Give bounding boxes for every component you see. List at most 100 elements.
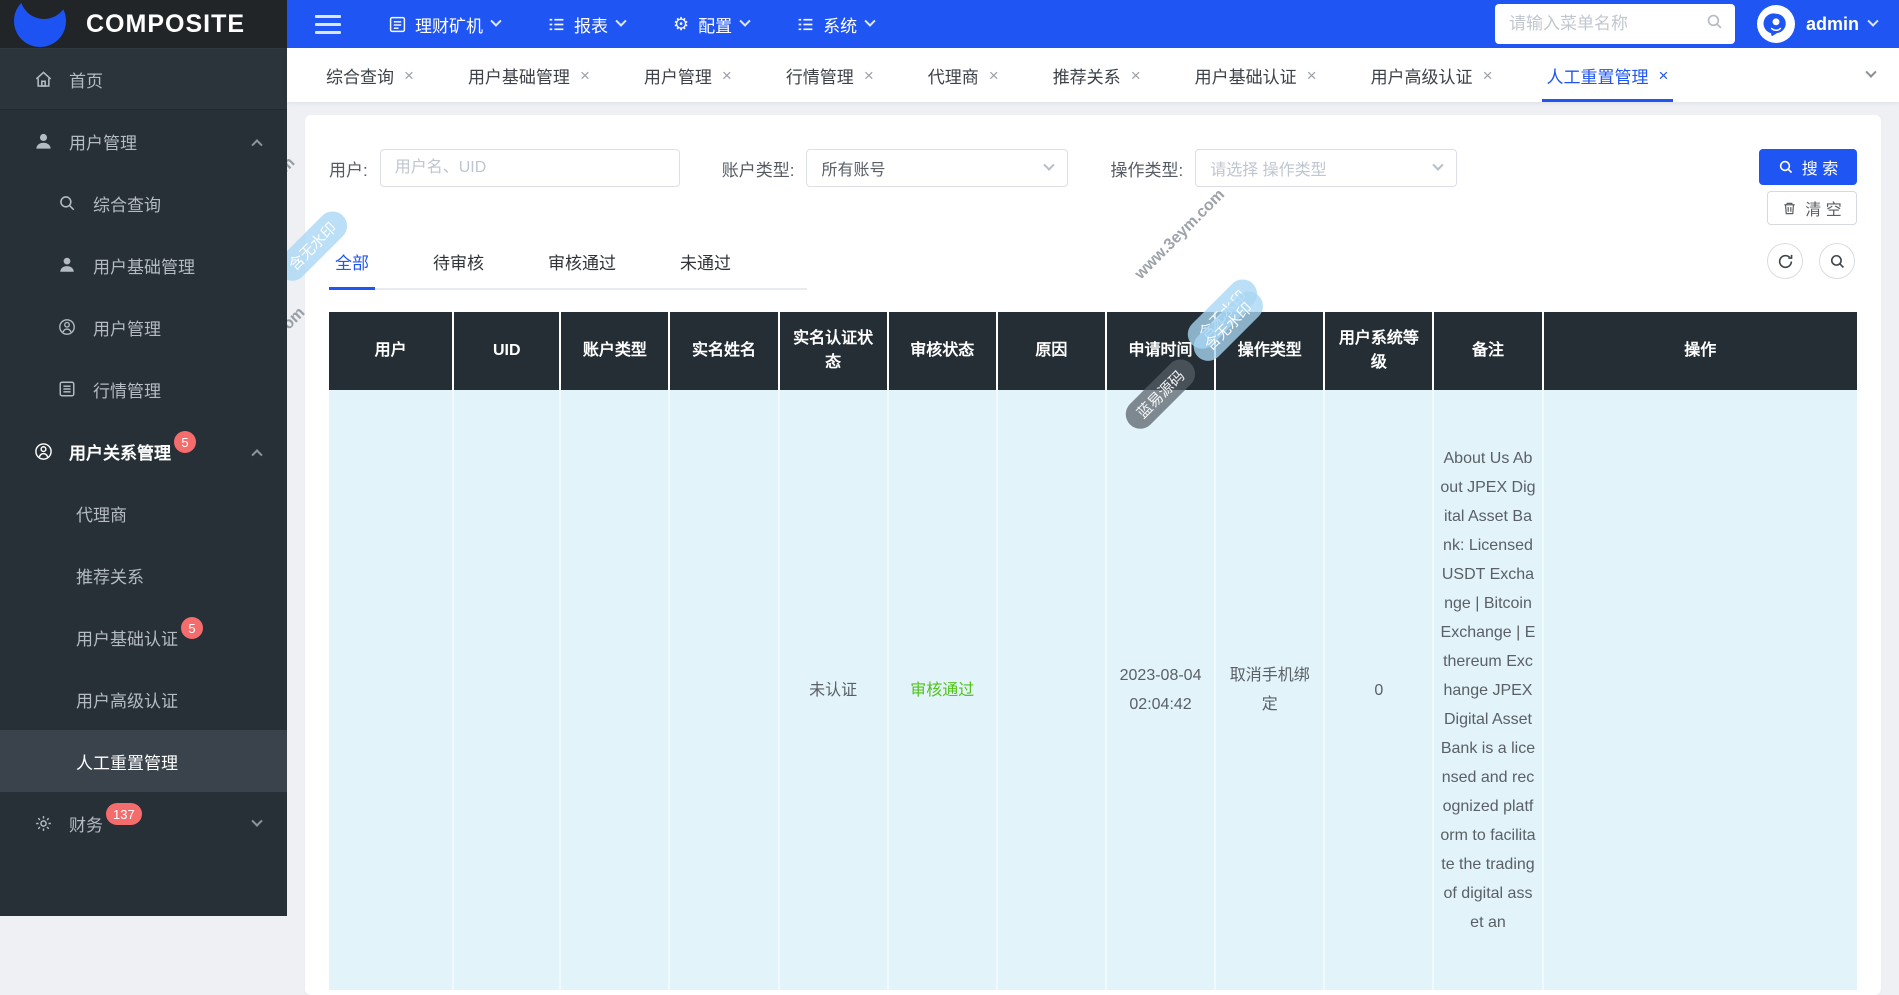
sidebar-item-user-adv-auth[interactable]: 用户高级认证 <box>0 668 287 730</box>
sidebar-item-label: 人工重置管理 <box>76 753 178 773</box>
avatar[interactable] <box>1756 5 1795 43</box>
cell-action <box>1542 390 1857 990</box>
search-icon <box>56 194 78 212</box>
chevron-down-icon <box>864 15 876 27</box>
filter-op-type: 操作类型: 请选择 操作类型 <box>1110 149 1458 187</box>
close-icon[interactable]: × <box>1483 67 1493 84</box>
table-tools <box>1767 243 1855 279</box>
sidebar-item-agent[interactable]: 代理商 <box>0 482 287 544</box>
nav-item-label: 配置 <box>698 16 733 36</box>
tab-combined-query[interactable]: 综合查询 × <box>299 48 441 102</box>
status-tab-all[interactable]: 全部 <box>329 249 375 290</box>
close-icon[interactable]: × <box>1307 67 1317 84</box>
tab-user-mgmt[interactable]: 用户管理 × <box>617 48 759 102</box>
nav-item-finance-machine[interactable]: 理财矿机 <box>389 12 502 37</box>
close-icon[interactable]: × <box>722 67 732 84</box>
nav-item-config[interactable]: ⚙ 配置 <box>673 12 751 37</box>
tab-manual-reset[interactable]: 人工重置管理 × <box>1520 48 1696 102</box>
search-button[interactable]: 搜 索 <box>1759 149 1857 185</box>
sidebar-item-user-base-auth[interactable]: 用户基础认证 5 <box>0 606 287 668</box>
table-header-row: 用户 UID 账户类型 实名姓名 实名认证状态 审核状态 原因 申请时间 操作类… <box>329 312 1857 390</box>
col-header-user: 用户 <box>329 312 455 390</box>
sidebar-item-user-mgmt[interactable]: 用户管理 <box>0 296 287 358</box>
chevron-up-icon <box>251 449 263 461</box>
status-tab-rejected[interactable]: 未通过 <box>674 249 737 288</box>
close-icon[interactable]: × <box>1659 67 1669 84</box>
system-list-icon <box>797 16 814 33</box>
tab-referral[interactable]: 推荐关系 × <box>1026 48 1168 102</box>
close-icon[interactable]: × <box>864 67 874 84</box>
search-icon <box>1830 254 1844 268</box>
data-table: 用户 UID 账户类型 实名姓名 实名认证状态 审核状态 原因 申请时间 操作类… <box>329 312 1857 990</box>
cell-op-type: 取消手机绑定 <box>1215 390 1326 990</box>
nav-item-reports[interactable]: 报表 <box>548 12 627 37</box>
close-icon[interactable]: × <box>404 67 414 84</box>
account-type-select[interactable]: 所有账号 <box>806 149 1069 187</box>
chevron-down-icon <box>490 15 502 27</box>
filter-user: 用户: <box>329 149 680 187</box>
close-icon[interactable]: × <box>1131 67 1141 84</box>
search-icon[interactable] <box>1706 13 1723 35</box>
chevron-down-icon <box>739 15 751 27</box>
tab-label: 行情管理 <box>785 67 854 87</box>
refresh-button[interactable] <box>1767 243 1803 279</box>
tab-user-base-mgmt[interactable]: 用户基础管理 × <box>441 48 617 102</box>
nav-item-system[interactable]: 系统 <box>797 12 876 37</box>
cell-user <box>329 390 455 990</box>
chevron-down-icon <box>251 815 263 827</box>
sidebar-item-combined-query[interactable]: 综合查询 <box>0 172 287 234</box>
chevron-down-icon <box>1432 159 1444 171</box>
account-type-label: 账户类型: <box>721 160 795 180</box>
sidebar-item-referral[interactable]: 推荐关系 <box>0 544 287 606</box>
sidebar-group-user-relation-mgmt[interactable]: 用户关系管理 5 <box>0 420 287 482</box>
cell-remark: About Us About JPEX Digital Asset Bank: … <box>1433 390 1544 990</box>
col-header-real-name-status: 实名认证状态 <box>778 312 889 390</box>
cell-reason <box>996 390 1107 990</box>
badge: 5 <box>174 431 196 453</box>
col-header-action: 操作 <box>1542 312 1857 390</box>
sidebar-group-finance[interactable]: 财务 137 <box>0 792 287 854</box>
sidebar-item-market-mgmt[interactable]: 行情管理 <box>0 358 287 420</box>
sidebar-item-label: 综合查询 <box>93 195 161 215</box>
tab-label: 用户基础认证 <box>1194 67 1297 87</box>
tab-label: 用户管理 <box>643 67 712 87</box>
user-filter-input[interactable] <box>379 149 680 187</box>
table-search-button[interactable] <box>1819 243 1855 279</box>
chevron-up-icon <box>251 139 263 151</box>
brand-name: COMPOSITE <box>86 9 246 38</box>
sidebar-item-manual-reset[interactable]: 人工重置管理 <box>0 730 287 792</box>
tab-market-mgmt[interactable]: 行情管理 × <box>759 48 901 102</box>
sidebar-item-user-base-mgmt[interactable]: 用户基础管理 <box>0 234 287 296</box>
sidebar-item-home[interactable]: 首页 <box>0 48 287 110</box>
document-icon <box>56 380 78 398</box>
col-header-user-level: 用户系统等级 <box>1324 312 1435 390</box>
clear-button[interactable]: 清 空 <box>1767 191 1857 225</box>
chevron-down-icon <box>1043 159 1056 171</box>
table-row[interactable]: 未认证 审核通过 2023-08-04 02:04:42 取消手机绑定 0 Ab… <box>329 390 1857 990</box>
hamburger-menu-icon[interactable] <box>315 14 341 34</box>
close-icon[interactable]: × <box>580 67 590 84</box>
content-card: 用户: 账户类型: 所有账号 操作类型: 请选择 操作类型 <box>305 115 1881 995</box>
sidebar-group-user-mgmt[interactable]: 用户管理 <box>0 110 287 172</box>
user-icon <box>56 256 78 274</box>
cell-real-name <box>669 390 780 990</box>
tab-agent[interactable]: 代理商 × <box>901 48 1026 102</box>
status-tab-approved[interactable]: 审核通过 <box>542 249 622 288</box>
user-menu-chevron-icon[interactable] <box>1867 15 1879 27</box>
tab-user-adv-auth[interactable]: 用户高级认证 × <box>1344 48 1520 102</box>
user-filter-label: 用户: <box>329 160 368 180</box>
tab-overflow-chevron-icon[interactable] <box>1843 48 1899 102</box>
cell-apply-time: 2023-08-04 02:04:42 <box>1105 390 1217 990</box>
op-type-select[interactable]: 请选择 操作类型 <box>1195 149 1458 187</box>
report-list-icon <box>548 16 565 33</box>
sidebar-item-label: 用户关系管理 <box>69 443 171 463</box>
status-tab-pending[interactable]: 待审核 <box>427 249 490 288</box>
menu-search-input[interactable] <box>1506 13 1706 35</box>
tab-label: 人工重置管理 <box>1546 67 1649 87</box>
close-icon[interactable]: × <box>989 67 999 84</box>
tab-label: 用户基础管理 <box>467 67 570 87</box>
tab-user-base-auth[interactable]: 用户基础认证 × <box>1168 48 1344 102</box>
col-header-real-name: 实名姓名 <box>669 312 780 390</box>
page-tab-bar: 综合查询 × 用户基础管理 × 用户管理 × 行情管理 × 代理商 × 推荐关系 × 用户基… <box>287 48 1899 102</box>
username[interactable]: admin <box>1806 14 1859 35</box>
